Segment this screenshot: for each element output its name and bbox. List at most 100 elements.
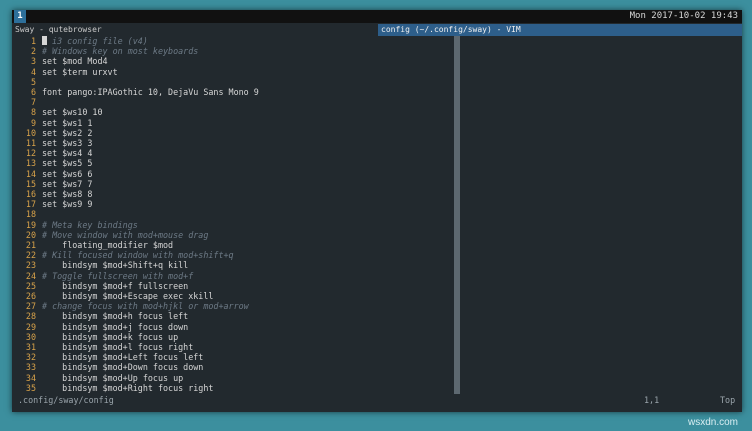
code-line[interactable]: 8 set $ws10 10	[12, 107, 103, 117]
line-number: 26	[25, 291, 36, 301]
code-text: set $ws1 1	[42, 117, 93, 128]
window-title-vim[interactable]: config (~/.config/sway) - VIM	[378, 24, 742, 36]
line-number: 8	[30, 107, 36, 118]
line-number: 27	[25, 301, 36, 312]
cursor-position: 1,1	[644, 395, 660, 405]
line-number: 5	[30, 76, 36, 87]
vim-statusline: .config/sway/config 1,1 Top	[12, 395, 742, 406]
line-number: 11	[25, 138, 36, 148]
watermark: wsxdn.com	[687, 417, 738, 428]
line-number: 15	[25, 178, 36, 189]
scroll-indicator: Top	[720, 395, 736, 405]
workspace-button[interactable]: 1	[14, 10, 26, 23]
line-number: 30	[25, 331, 36, 342]
line-number: 3	[30, 56, 36, 67]
code-line[interactable]: 14 set $ws6 6	[12, 168, 93, 179]
line-number: 16	[25, 189, 36, 199]
code-text: bindsym $mod+l focus right	[42, 342, 194, 352]
line-number: 19	[25, 219, 36, 230]
line-number: 22	[25, 250, 36, 261]
code-line[interactable]: 29 bindsym $mod+j focus down	[12, 322, 188, 332]
code-text: bindsym $mod+j focus down	[42, 321, 189, 332]
code-line[interactable]: 5	[12, 77, 42, 87]
code-comment: i3 config file (v4)	[47, 36, 148, 46]
code-line[interactable]: 22 # Kill focused window with mod+shift+q	[12, 250, 234, 260]
line-number: 1	[30, 36, 36, 46]
line-number: 24	[25, 270, 36, 281]
window-title-qutebrowser[interactable]: Sway - qutebrowser	[12, 24, 377, 36]
vim-editor[interactable]: 1 i3 config file (v4) 2 # Windows key on m…	[12, 36, 452, 394]
code-text: set $ws4 4	[42, 148, 93, 159]
code-text: font pango:IPAGothic 10, DejaVu Sans Mon…	[42, 87, 259, 97]
line-number: 32	[25, 352, 36, 363]
code-text: floating_modifier $mod	[42, 240, 174, 250]
code-line[interactable]: 30 bindsym $mod+k focus up	[12, 332, 178, 342]
code-line[interactable]: 33 bindsym $mod+Down focus down	[12, 362, 203, 372]
code-text: set $ws3 3	[42, 138, 93, 148]
code-text: set $ws2 2	[42, 127, 93, 138]
code-text: set $mod Mod4	[42, 56, 108, 67]
code-line[interactable]: 28 bindsym $mod+h focus left	[12, 311, 188, 321]
clock: Mon 2017-10-02 19:43	[629, 11, 738, 21]
code-line[interactable]: 35 bindsym $mod+Right focus right	[12, 382, 214, 393]
code-line[interactable]: 21 floating_modifier $mod	[12, 240, 173, 250]
code-line[interactable]: 27 # change focus with mod+hjkl or mod+ar…	[12, 301, 249, 311]
code-line[interactable]: 10 set $ws2 2	[12, 127, 93, 138]
code-line[interactable]: 31 bindsym $mod+l focus right	[12, 342, 193, 352]
line-number: 9	[30, 117, 36, 128]
code-comment: # Windows key on most keyboards	[42, 46, 199, 57]
code-text: set $ws7 7	[42, 178, 93, 189]
code-text: bindsym $mod+Left focus left	[42, 352, 204, 363]
code-text: set $ws9 9	[42, 199, 93, 210]
code-comment: # Meta key bindings	[42, 219, 138, 230]
code-line[interactable]: 26 bindsym $mod+Escape exec xkill	[12, 291, 214, 301]
line-number: 12	[25, 148, 36, 159]
code-line[interactable]: 24 # Toggle fullscreen with mod+f	[12, 271, 193, 281]
code-line[interactable]: 16 set $ws8 8	[12, 189, 93, 199]
code-line[interactable]: 12 set $ws4 4	[12, 148, 93, 159]
code-text: set $ws5 5	[42, 158, 93, 169]
code-line[interactable]: 9 set $ws1 1	[12, 118, 92, 128]
line-number: 18	[25, 209, 36, 220]
code-line[interactable]: 1 i3 config file (v4)	[12, 36, 148, 46]
code-line[interactable]: 7	[12, 97, 42, 107]
line-number: 33	[25, 362, 36, 373]
line-number: 6	[30, 87, 36, 97]
code-line[interactable]: 17 set $ws9 9	[12, 199, 93, 210]
code-text: bindsym $mod+Right focus right	[42, 382, 214, 393]
code-line[interactable]: 25 bindsym $mod+f fullscreen	[12, 281, 188, 291]
window-split-divider[interactable]	[454, 36, 460, 394]
line-number: 2	[30, 46, 36, 57]
code-text: bindsym $mod+f fullscreen	[42, 280, 189, 291]
line-number: 13	[25, 158, 36, 169]
line-number: 17	[25, 199, 36, 210]
code-line[interactable]: 4 set $term urxvt	[12, 67, 118, 77]
desktop-screen: 1 Mon 2017-10-02 19:43 Sway - qutebrowse…	[12, 10, 742, 412]
code-line[interactable]: 18	[12, 209, 42, 219]
code-text: bindsym $mod+h focus left	[42, 311, 189, 322]
code-line[interactable]: 19 # Meta key bindings	[12, 220, 138, 230]
code-line[interactable]: 13 set $ws5 5	[12, 158, 93, 169]
line-number: 14	[25, 168, 36, 179]
code-text: bindsym $mod+Escape exec xkill	[42, 291, 214, 301]
code-line[interactable]: 6 font pango:IPAGothic 10, DejaVu Sans Mo…	[12, 87, 259, 97]
code-line[interactable]: 15 set $ws7 7	[12, 178, 93, 189]
line-number: 34	[25, 372, 36, 383]
line-number: 35	[25, 382, 36, 393]
code-line[interactable]: 34 bindsym $mod+Up focus up	[12, 373, 183, 383]
code-text: set $ws8 8	[42, 189, 93, 199]
code-line[interactable]: 2 # Windows key on most keyboards	[12, 46, 198, 56]
code-comment: # Kill focused window with mod+shift+q	[42, 250, 234, 261]
code-comment: # Move window with mod+mouse drag	[42, 229, 209, 240]
file-path: .config/sway/config	[18, 395, 114, 405]
code-comment: # change focus with mod+hjkl or mod+arro…	[42, 301, 249, 312]
code-text: bindsym $mod+Down focus down	[42, 362, 204, 373]
code-line[interactable]: 11 set $ws3 3	[12, 138, 93, 148]
code-line[interactable]: 32 bindsym $mod+Left focus left	[12, 352, 203, 362]
code-line[interactable]: 20 # Move window with mod+mouse drag	[12, 229, 209, 240]
code-line[interactable]: 23 bindsym $mod+Shift+q kill	[12, 260, 188, 270]
line-number: 31	[25, 342, 36, 352]
line-number: 4	[30, 66, 36, 77]
line-number: 29	[25, 321, 36, 332]
code-line[interactable]: 3 set $mod Mod4	[12, 56, 108, 66]
